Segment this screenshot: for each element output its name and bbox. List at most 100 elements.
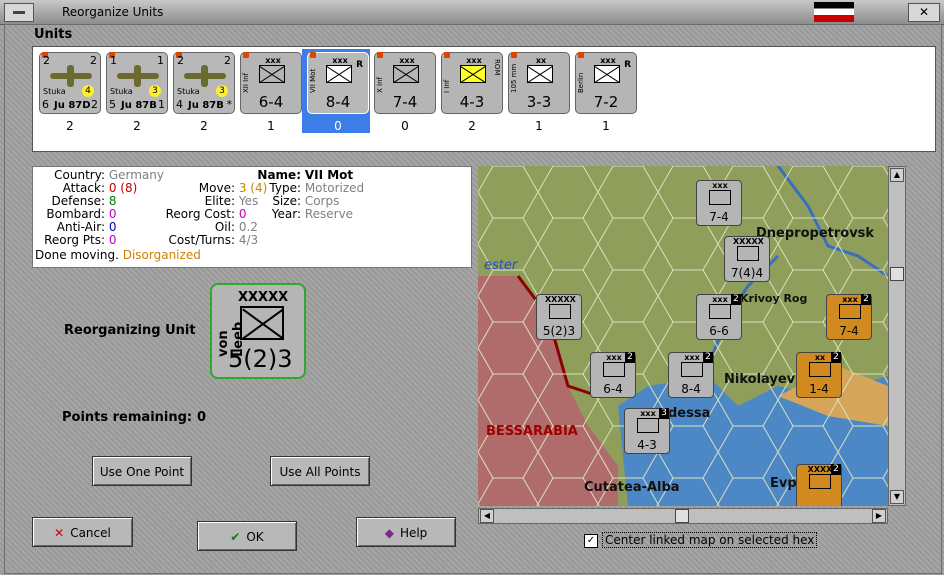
unit-model: Ju 87B — [121, 100, 157, 111]
unit-model: Ju 87D — [54, 100, 91, 111]
status-value: Disorganized — [122, 248, 201, 262]
map-counter-strength: 1-4 — [809, 382, 829, 396]
system-menu-button[interactable] — [4, 3, 34, 22]
unit-symbol-icon — [259, 65, 285, 83]
unit-type: Stuka — [110, 87, 133, 96]
map-unit-counter[interactable]: XXXXX 5(2)3 — [536, 294, 582, 340]
map-label-bessarabia: BESSARABIA — [486, 424, 578, 439]
vertical-scroll-thumb[interactable] — [890, 267, 904, 281]
unit-badge: 3 — [216, 85, 228, 97]
unit-card[interactable]: 105 mm xx 3-3 — [508, 52, 570, 114]
antiair-label: Anti-Air: — [56, 220, 105, 234]
unit-badge: 4 — [82, 85, 94, 97]
unit-name: XII Inf — [242, 72, 250, 93]
unit-symbol-icon — [527, 65, 553, 83]
map-counter-strength: 8-4 — [681, 382, 701, 396]
map-unit-counter[interactable]: xxx 7-4 2 — [826, 294, 872, 340]
unit-strength: 7-4 — [392, 93, 418, 111]
unit-card[interactable]: 1 1 Stuka 3 5 Ju 87B 1 — [106, 52, 168, 114]
unit-strength: 6-4 — [258, 93, 284, 111]
map-unit-counter[interactable]: xxx 8-4 2 — [668, 352, 714, 398]
map-unit-counter[interactable]: xxx 7-4 — [696, 180, 742, 226]
scroll-down-button[interactable]: ▼ — [890, 490, 904, 504]
cancel-button[interactable]: ✕ Cancel — [32, 517, 133, 547]
unit-card[interactable]: I Inf xxx ROM 4-3 — [441, 52, 503, 114]
map-unit-counter[interactable]: xxx 4-3 3 — [624, 408, 670, 454]
map-horizontal-scrollbar[interactable]: ◀ ▶ — [478, 508, 888, 524]
center-map-checkbox[interactable]: ✓ — [584, 534, 598, 548]
reorganizing-unit-label: Reorganizing Unit — [64, 323, 196, 338]
map-unit-counter[interactable]: xxx 6-6 2 — [696, 294, 742, 340]
map-counter-stack: 3 — [659, 408, 669, 419]
unit-size: xxx — [265, 56, 281, 65]
unit-tl: 1 — [110, 54, 117, 67]
map-counter-symbol-icon — [681, 362, 703, 377]
reorg-unit-strength: 5(2)3 — [228, 345, 293, 373]
ok-button[interactable]: ✔ OK — [197, 521, 297, 551]
unit-count: 2 — [200, 119, 208, 133]
unit-size: xxx — [399, 56, 415, 65]
unit-strength: 8-4 — [325, 93, 351, 111]
map-label-krivoy-rog: Krivoy Rog — [740, 292, 808, 305]
map-label-cutatea-alba: Cutatea-Alba — [584, 480, 680, 495]
map-unit-counter[interactable]: xx 1-4 2 — [796, 352, 842, 398]
reorganizing-unit-counter[interactable]: von Leeb XXXXX 5(2)3 — [210, 283, 306, 379]
reserve-marker: R — [356, 60, 363, 70]
unit-card[interactable]: 2 2 Stuka 3 4 Ju 87B * — [173, 52, 235, 114]
country-value: Germany — [108, 168, 164, 182]
scroll-up-button[interactable]: ▲ — [890, 168, 904, 182]
title-bar: Reorganize Units ✕ — [0, 0, 944, 25]
unit-card[interactable]: XII Inf xxx 6-4 — [240, 52, 302, 114]
unit-card[interactable]: X Inf xxx 7-4 — [374, 52, 436, 114]
name-label: Name: — [257, 168, 301, 182]
use-all-points-button[interactable]: Use All Points — [270, 456, 370, 486]
cancel-label: Cancel — [70, 526, 111, 540]
map-unit-counter[interactable]: XXXXX 7(4)4 — [724, 236, 770, 282]
unit-name: 105 mm — [510, 63, 518, 93]
unit-symbol-icon — [460, 65, 486, 83]
map-counter-stack: 2 — [831, 464, 841, 475]
map-counter-symbol-icon — [839, 304, 861, 319]
points-remaining-label: Points remaining: — [62, 410, 193, 425]
unit-br: 1 — [158, 98, 165, 111]
scroll-left-button[interactable]: ◀ — [480, 509, 494, 523]
map-counter-symbol-icon — [737, 246, 759, 261]
map-unit-counter[interactable]: xxx 6-4 2 — [590, 352, 636, 398]
map-vertical-scrollbar[interactable]: ▲ ▼ — [888, 166, 906, 506]
ok-label: OK — [246, 530, 264, 544]
reorg-unit-size: XXXXX — [238, 290, 289, 305]
move-label: Move: — [198, 181, 235, 195]
unit-card[interactable]: Berlin xxx R 7-2 — [575, 52, 637, 114]
unit-count: 1 — [602, 119, 610, 133]
unit-type: Stuka — [43, 87, 66, 96]
map-counter-symbol-icon — [709, 304, 731, 319]
attack-label: Attack: — [62, 181, 105, 195]
map-counter-strength: 6-6 — [709, 324, 729, 338]
close-button[interactable]: ✕ — [908, 3, 940, 22]
map-counter-size: xxx — [712, 181, 728, 190]
help-button[interactable]: ◆ Help — [356, 517, 456, 547]
defense-value: 8 — [108, 194, 117, 208]
oil-label: Oil: — [214, 220, 235, 234]
unit-symbol-icon — [326, 65, 352, 83]
linked-map[interactable]: ester BESSARABIA Cutatea-Alba dessa Niko… — [478, 166, 888, 506]
map-unit-counter[interactable]: XXXX 2 — [796, 464, 842, 506]
unit-card[interactable]: VII Mot xxx R 8-4 — [307, 52, 369, 114]
unit-card[interactable]: 2 2 Stuka 4 6 Ju 87D 2 — [39, 52, 101, 114]
unit-badge: 3 — [149, 85, 161, 97]
map-counter-strength: 6-4 — [603, 382, 623, 396]
use-one-point-button[interactable]: Use One Point — [92, 456, 192, 486]
unit-size: xxx — [466, 56, 482, 65]
map-label-ester: ester — [484, 258, 518, 273]
map-counter-symbol-icon — [709, 190, 731, 205]
name-value: VII Mot — [304, 168, 354, 182]
help-book-icon: ◆ — [384, 526, 394, 540]
scroll-right-button[interactable]: ▶ — [872, 509, 886, 523]
map-label-dnepropetrovsk: Dnepropetrovsk — [756, 226, 875, 241]
unit-size: xx — [535, 56, 547, 65]
window-title: Reorganize Units — [62, 5, 164, 19]
unit-bl: 4 — [176, 98, 183, 111]
center-map-checkbox-label[interactable]: Center linked map on selected hex — [602, 532, 818, 548]
horizontal-scroll-thumb[interactable] — [675, 509, 689, 523]
unit-strength: 3-3 — [526, 93, 552, 111]
